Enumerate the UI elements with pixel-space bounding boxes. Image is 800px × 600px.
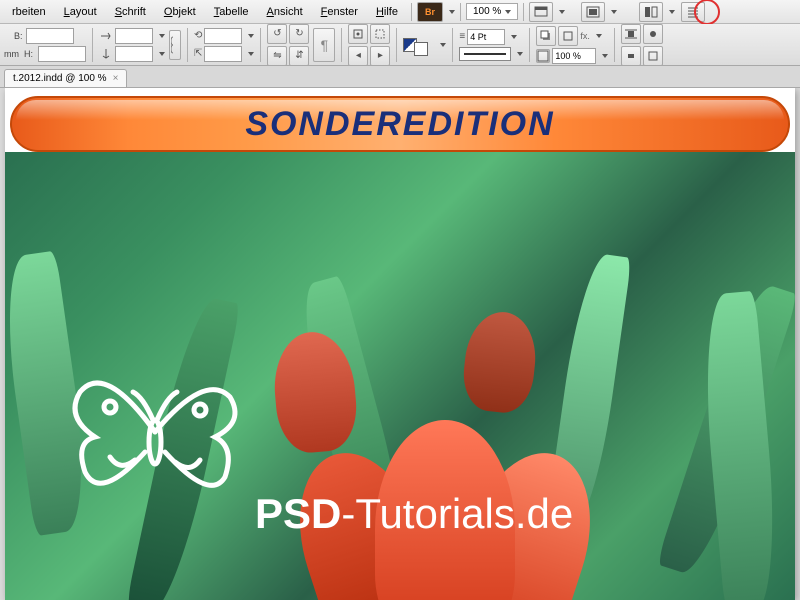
chevron-down-icon[interactable]: [248, 34, 254, 38]
wrap-jump-button[interactable]: [621, 46, 641, 66]
menu-bearbeiten[interactable]: rbeiten: [4, 3, 54, 21]
flip-horizontal-button[interactable]: ⇋: [267, 46, 287, 66]
banner: SONDEREDITION: [10, 96, 790, 152]
fill-stroke-swatches[interactable]: [403, 38, 432, 52]
chevron-down-icon[interactable]: [669, 10, 675, 14]
wrap-next-button[interactable]: [643, 46, 663, 66]
document-tab[interactable]: t.2012.indd @ 100 % ×: [4, 69, 127, 87]
rotate-ccw-button[interactable]: ↺: [267, 24, 287, 44]
stroke-swatch[interactable]: [414, 42, 428, 56]
wrap-bounding-button[interactable]: [621, 24, 641, 44]
chevron-down-icon[interactable]: [596, 34, 602, 38]
chevron-down-icon[interactable]: [440, 43, 446, 47]
rotation-field[interactable]: [204, 28, 242, 44]
zoom-level-field[interactable]: 100 %: [466, 3, 518, 20]
menu-ansicht[interactable]: Ansicht: [259, 3, 311, 21]
paragraph-marker-icon[interactable]: ¶: [313, 28, 335, 62]
page-canvas[interactable]: SONDEREDITION: [5, 88, 795, 600]
height-label: H:: [24, 49, 36, 59]
separator: [460, 3, 461, 21]
separator: [523, 3, 524, 21]
scale-x-field[interactable]: [115, 28, 153, 44]
chevron-down-icon[interactable]: [559, 10, 565, 14]
menu-schrift[interactable]: Schrift: [107, 3, 154, 21]
select-container-button[interactable]: [348, 24, 368, 44]
rotate-cw-button[interactable]: ↻: [289, 24, 309, 44]
separator: [614, 28, 615, 62]
width-label: B:: [14, 31, 24, 41]
prev-object-button[interactable]: ◂: [348, 46, 368, 66]
stroke-weight-icon: ≡: [459, 31, 465, 42]
bridge-button[interactable]: Br: [417, 2, 443, 22]
opacity-field[interactable]: [552, 48, 596, 64]
chevron-down-icon[interactable]: [159, 34, 165, 38]
height-field[interactable]: [38, 46, 86, 62]
banner-title: SONDEREDITION: [245, 105, 554, 144]
chevron-down-icon[interactable]: [511, 35, 517, 39]
scale-y-icon[interactable]: [99, 47, 113, 61]
shear-field[interactable]: [204, 46, 242, 62]
page-background: PSD-Tutorials.de: [5, 152, 795, 600]
chevron-down-icon[interactable]: [248, 52, 254, 56]
effects-label[interactable]: fx.: [580, 31, 590, 41]
menu-objekt[interactable]: Objekt: [156, 3, 204, 21]
scale-y-field[interactable]: [115, 46, 153, 62]
next-object-button[interactable]: ▸: [370, 46, 390, 66]
chevron-down-icon[interactable]: [602, 54, 608, 58]
document-tabs: t.2012.indd @ 100 % ×: [0, 66, 800, 88]
control-panel: B: mmH: ⟲ ⇱ ↺ ↻ ⇋ ⇵ ¶ ◂ ▸: [0, 24, 800, 66]
stroke-weight-field[interactable]: [467, 29, 505, 45]
workspace-button[interactable]: [681, 2, 705, 22]
arrange-documents-button[interactable]: [639, 2, 663, 22]
constrain-proportions-icon[interactable]: [169, 30, 181, 60]
chevron-down-icon: [505, 10, 511, 14]
separator: [92, 28, 93, 62]
separator: [529, 28, 530, 62]
menu-fenster[interactable]: Fenster: [313, 3, 366, 21]
view-options-button[interactable]: [529, 2, 553, 22]
bridge-dropdown-icon[interactable]: [449, 10, 455, 14]
document-viewport[interactable]: SONDEREDITION: [0, 88, 800, 600]
flip-vertical-button[interactable]: ⇵: [289, 46, 309, 66]
rotate-icon: ⟲: [194, 30, 202, 41]
close-icon[interactable]: ×: [113, 73, 119, 84]
separator: [396, 28, 397, 62]
screen-mode-button[interactable]: [581, 2, 605, 22]
opacity-preview-icon[interactable]: [536, 49, 550, 63]
butterfly-logo-icon: [55, 342, 255, 542]
logo-text: PSD-Tutorials.de: [255, 490, 573, 538]
width-field[interactable]: [26, 28, 74, 44]
wrap-shape-button[interactable]: [643, 24, 663, 44]
chevron-down-icon[interactable]: [611, 10, 617, 14]
main-menubar: rbeiten Layout Schrift Objekt Tabelle An…: [0, 0, 800, 24]
tab-title: t.2012.indd @ 100 %: [13, 73, 107, 84]
chevron-down-icon[interactable]: [159, 52, 165, 56]
unit-label: mm: [4, 49, 22, 59]
menu-tabelle[interactable]: Tabelle: [206, 3, 257, 21]
text-wrap-none-button[interactable]: [558, 26, 578, 46]
scale-x-icon[interactable]: [99, 29, 113, 43]
separator: [187, 28, 188, 62]
drop-shadow-button[interactable]: [536, 26, 556, 46]
separator: [260, 28, 261, 62]
chevron-down-icon[interactable]: [517, 52, 523, 56]
menu-hilfe[interactable]: Hilfe: [368, 3, 406, 21]
shear-icon: ⇱: [194, 48, 202, 59]
separator: [411, 3, 412, 21]
select-content-button[interactable]: [370, 24, 390, 44]
separator: [452, 28, 453, 62]
separator: [341, 28, 342, 62]
menu-layout[interactable]: Layout: [56, 3, 105, 21]
